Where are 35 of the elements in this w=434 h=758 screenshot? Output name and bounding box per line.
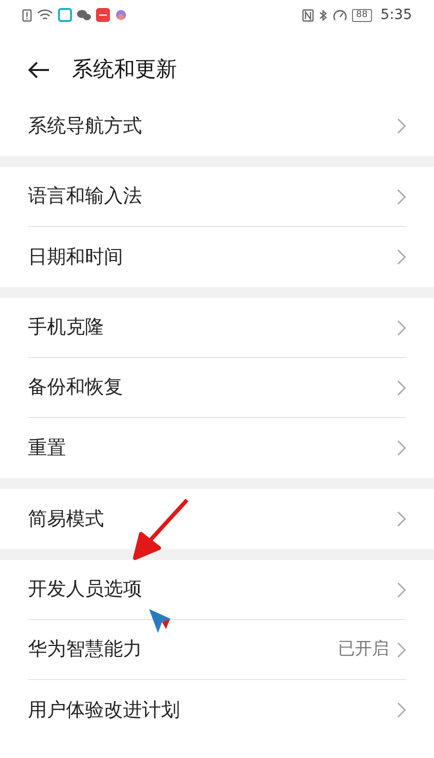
arrow-annotation xyxy=(133,498,189,560)
app-icon xyxy=(58,8,72,22)
chevron-icon xyxy=(397,642,406,658)
back-icon[interactable] xyxy=(28,61,50,79)
status-time: 5:35 xyxy=(380,6,412,24)
app-icon xyxy=(96,8,110,22)
app-icon xyxy=(115,8,127,22)
chevron-icon xyxy=(397,320,406,336)
chevron-icon xyxy=(397,511,406,527)
chevron-icon xyxy=(397,249,406,265)
setting-item[interactable]: 简易模式 xyxy=(28,504,389,534)
setting-item[interactable]: 重置 xyxy=(28,434,389,462)
setting-item[interactable]: 手机克隆 xyxy=(28,313,389,342)
setting-item[interactable]: 华为智慧能力 xyxy=(28,635,330,664)
chevron-icon xyxy=(397,118,406,134)
chevron-icon xyxy=(397,440,406,456)
battery-indicator: 88 xyxy=(352,8,372,22)
alert-icon xyxy=(22,8,32,22)
chevron-icon xyxy=(397,582,406,598)
speed-icon xyxy=(333,8,348,22)
bluetooth-icon xyxy=(319,8,328,22)
chevron-icon xyxy=(397,188,406,204)
setting-item[interactable]: 用户体验改进计划 xyxy=(28,696,389,724)
chat-icon xyxy=(77,9,91,21)
setting-item[interactable]: 系统导航方式 xyxy=(28,112,389,140)
wifi-icon xyxy=(37,8,53,22)
page-title: 系统和更新 xyxy=(72,56,177,84)
setting-item[interactable]: 备份和恢复 xyxy=(28,373,389,402)
setting-item[interactable]: 开发人员选项 xyxy=(28,575,389,604)
chevron-icon xyxy=(397,702,406,718)
chevron-icon xyxy=(397,380,406,396)
setting-value: 已开启 xyxy=(338,638,389,661)
setting-item[interactable]: 语言和输入法 xyxy=(28,182,389,211)
setting-item[interactable]: 日期和时间 xyxy=(28,242,389,272)
nfc-icon xyxy=(302,8,314,22)
